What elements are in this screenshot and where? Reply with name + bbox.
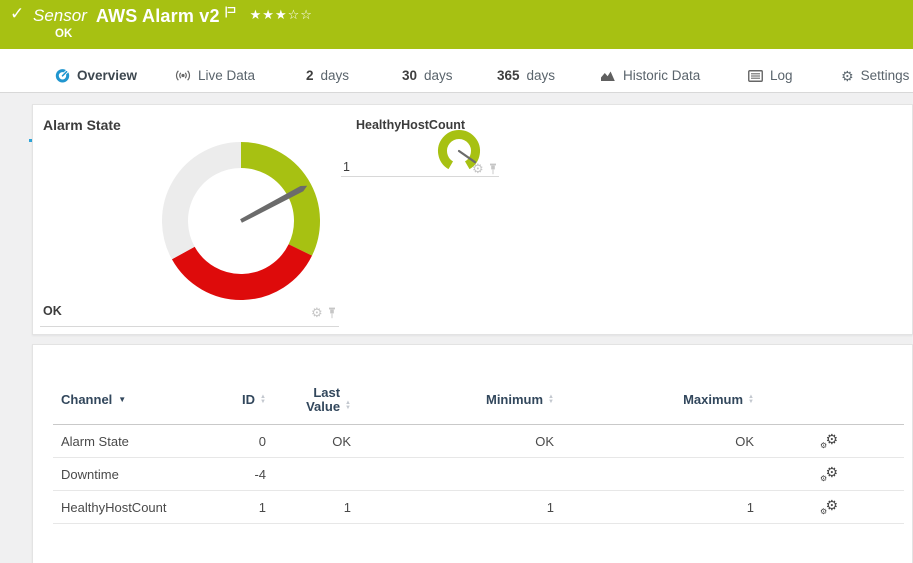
column-header-maximum-label: Maximum [683,392,743,407]
tab-log-label: Log [770,68,793,83]
column-header-maximum[interactable]: Maximum ▲▼ [554,392,754,407]
healthy-host-count-gauge-value: 1 [343,160,350,174]
status-check-icon: ✓ [10,4,24,24]
sort-descending-icon: ▼ [118,396,126,404]
column-header-last-value-label: LastValue [306,386,340,414]
column-header-channel-label: Channel [61,392,112,407]
area-chart-icon [600,69,616,82]
tab-2-days-label: days [321,68,350,83]
channel-table: Channel ▼ ID ▲▼ LastValue ▲▼ Minimum ▲▼ … [53,375,904,524]
sensor-title-row: Sensor AWS Alarm v2 ★★★☆☆ [33,5,313,27]
column-header-last-value[interactable]: LastValue ▲▼ [266,386,351,414]
cell-channel[interactable]: Alarm State [53,434,203,449]
cell-maximum: 1 [554,500,754,515]
pin-icon[interactable] [488,163,498,175]
sort-icon: ▲▼ [748,395,754,405]
alarm-state-gauge-title: Alarm State [43,117,121,133]
flag-icon[interactable] [225,6,236,18]
column-header-minimum-label: Minimum [486,392,543,407]
tab-30-days[interactable]: 30 days [402,68,453,83]
tab-overview[interactable]: Overview [55,68,137,83]
tab-30-days-number: 30 [402,68,417,83]
overview-gauges-panel: Alarm State OK ⚙ HealthyHostCount 1 ⚙ [32,104,913,335]
column-header-id-label: ID [242,392,255,407]
gauge-footer-divider [40,326,339,327]
channel-settings-gears-icon[interactable]: ⚙⚙ [820,466,838,482]
sensor-kind-label: Sensor [33,5,87,27]
tab-settings-label: Settings [861,68,910,83]
channel-table-panel: Channel ▼ ID ▲▼ LastValue ▲▼ Minimum ▲▼ … [32,344,913,563]
stars-empty: ☆☆ [288,7,313,22]
tab-historic-data[interactable]: Historic Data [600,68,700,83]
column-header-minimum[interactable]: Minimum ▲▼ [351,392,554,407]
tab-365-days[interactable]: 365 days [497,68,555,83]
channel-settings-gears-icon[interactable]: ⚙⚙ [820,499,838,515]
alarm-state-gauge-value: OK [43,304,62,318]
tab-30-days-label: days [424,68,453,83]
tab-live-data[interactable]: Live Data [175,68,255,83]
tab-overview-label: Overview [77,68,137,83]
cell-last-value: OK [266,434,351,449]
cell-last-value: 1 [266,500,351,515]
tab-2-days[interactable]: 2 days [306,68,349,83]
cell-minimum: OK [351,434,554,449]
table-row-alarm-state: Alarm State 0 OK OK OK ⚙⚙ [53,425,904,458]
small-gauge-arc [443,135,476,166]
tab-log[interactable]: Log [748,68,793,83]
column-header-channel[interactable]: Channel ▼ [53,392,203,407]
table-row-healthy-host-count: HealthyHostCount 1 1 1 1 ⚙⚙ [53,491,904,524]
tab-historic-data-label: Historic Data [623,68,700,83]
channel-settings-gears-icon[interactable]: ⚙⚙ [820,433,838,449]
column-header-id[interactable]: ID ▲▼ [203,392,266,407]
gauge-icon [55,68,70,83]
gauge-segment-alarm [183,250,300,287]
tab-bar: Overview Live Data 2 days 30 days 365 da… [0,49,913,93]
tab-live-data-label: Live Data [198,68,255,83]
alarm-state-gauge [156,131,326,311]
healthy-host-count-gauge-tools: ⚙ [472,162,498,175]
channel-table-header: Channel ▼ ID ▲▼ LastValue ▲▼ Minimum ▲▼ … [53,375,904,425]
priority-stars[interactable]: ★★★☆☆ [250,7,313,23]
gear-icon: ⚙ [841,69,854,83]
broadcast-icon [175,69,191,82]
gauge-segment-empty [175,155,241,253]
cell-channel[interactable]: HealthyHostCount [53,500,203,515]
tab-2-days-number: 2 [306,68,314,83]
sensor-name: AWS Alarm v2 [96,5,220,27]
stars-filled: ★★★ [250,7,288,22]
cell-id: 1 [203,500,266,515]
log-icon [748,70,763,82]
tab-settings[interactable]: ⚙ Settings [841,68,909,83]
cell-maximum: OK [554,434,754,449]
gauge-footer-divider [341,176,499,177]
sensor-status-text: OK [55,28,72,40]
cell-id: 0 [203,434,266,449]
tab-365-days-label: days [527,68,556,83]
gauge-settings-gear-icon[interactable]: ⚙ [311,306,323,319]
tab-365-days-number: 365 [497,68,520,83]
pin-icon[interactable] [327,307,337,319]
sensor-header: ✓ Sensor AWS Alarm v2 ★★★☆☆ OK [0,0,913,49]
gauge-settings-gear-icon[interactable]: ⚙ [472,162,484,175]
table-row-downtime: Downtime -4 ⚙⚙ [53,458,904,491]
alarm-state-gauge-tools: ⚙ [311,306,337,319]
cell-minimum: 1 [351,500,554,515]
cell-channel[interactable]: Downtime [53,467,203,482]
cell-id: -4 [203,467,266,482]
